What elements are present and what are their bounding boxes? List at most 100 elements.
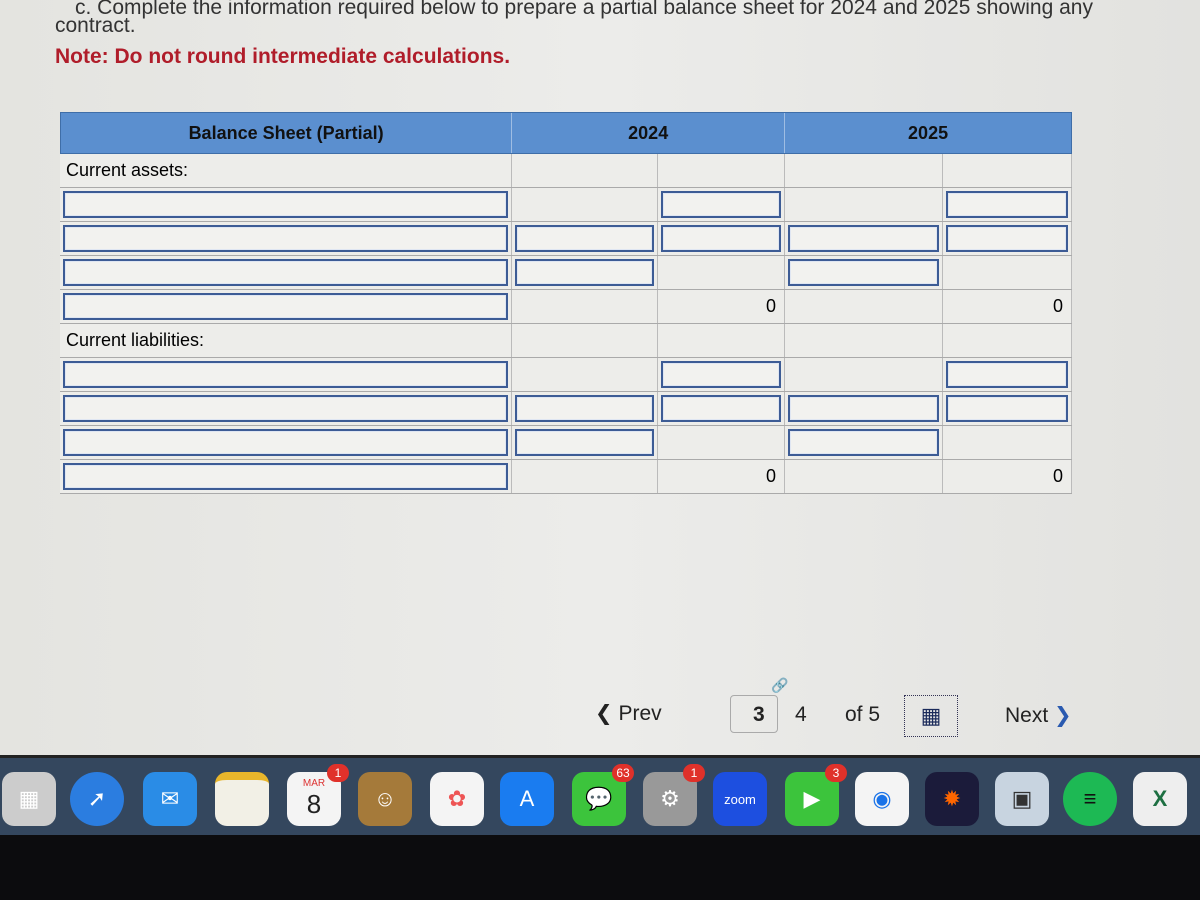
table-row: 00 (60, 290, 1072, 324)
input-field[interactable] (63, 259, 508, 286)
input-field[interactable] (661, 361, 781, 388)
amount-input[interactable] (943, 358, 1072, 391)
instruction-line: c. Complete the information required bel… (75, 0, 1093, 19)
grid-icon[interactable]: ▦ (904, 695, 958, 737)
amount-input[interactable] (943, 222, 1072, 255)
table-cell (512, 358, 658, 391)
amount-input[interactable] (60, 358, 512, 391)
preview-icon[interactable]: ▣ (995, 772, 1049, 826)
input-field[interactable] (515, 225, 654, 252)
year-2024-header: 2024 (512, 113, 786, 153)
amount-input[interactable] (658, 392, 785, 425)
amount-input[interactable] (785, 256, 943, 289)
input-field[interactable] (515, 395, 654, 422)
input-field[interactable] (946, 361, 1068, 388)
prev-button[interactable]: ❮ Prev (595, 701, 662, 726)
amount-input[interactable] (60, 256, 512, 289)
amount-input[interactable] (658, 188, 785, 221)
input-field[interactable] (63, 463, 508, 490)
input-field[interactable] (63, 395, 508, 422)
amount-input[interactable] (60, 290, 512, 323)
app-store-icon[interactable]: A (500, 772, 554, 826)
input-field[interactable] (63, 293, 508, 320)
launchpad-icon[interactable]: ▦ (2, 772, 56, 826)
input-field[interactable] (661, 225, 781, 252)
balance-sheet-table: Balance Sheet (Partial) 2024 2025 Curren… (60, 112, 1072, 494)
input-field[interactable] (63, 361, 508, 388)
safari-icon[interactable]: ➚ (70, 772, 124, 826)
facetime-icon[interactable]: ▶ 3 (785, 764, 847, 826)
amount-input[interactable] (658, 358, 785, 391)
table-cell (943, 256, 1072, 289)
pagination: ❮ Prev 3 🔗 4 of 5 ▦ Next ❯ (0, 677, 1200, 737)
input-field[interactable] (515, 259, 654, 286)
total-value: 0 (1052, 296, 1063, 316)
table-cell: 0 (658, 460, 785, 493)
settings-icon[interactable]: ⚙ 1 (643, 764, 705, 826)
photos-icon[interactable]: ✿ (430, 772, 484, 826)
amount-input[interactable] (512, 426, 658, 459)
table-title: Balance Sheet (Partial) (61, 113, 513, 153)
table-cell (785, 154, 943, 187)
input-field[interactable] (661, 395, 781, 422)
current-page-box[interactable]: 3 (730, 695, 778, 733)
amount-input[interactable] (785, 222, 943, 255)
messages-icon[interactable]: 💬 63 (572, 764, 634, 826)
link-icon: 🔗 (771, 677, 789, 693)
table-row: Current assets: (60, 154, 1072, 188)
notes-icon[interactable] (215, 772, 269, 826)
table-cell (785, 188, 943, 221)
input-field[interactable] (63, 225, 508, 252)
amount-input[interactable] (60, 392, 512, 425)
amount-input[interactable] (943, 188, 1072, 221)
spotify-icon[interactable]: ≡ (1063, 772, 1117, 826)
table-row (60, 392, 1072, 426)
amount-input[interactable] (943, 392, 1072, 425)
bezel (0, 835, 1200, 900)
note: Note: Do not round intermediate calculat… (55, 45, 511, 68)
input-field[interactable] (63, 191, 508, 218)
input-field[interactable] (946, 191, 1068, 218)
table-row (60, 358, 1072, 392)
input-field[interactable] (788, 259, 939, 286)
zoom-icon[interactable]: zoom (713, 772, 767, 826)
input-field[interactable] (788, 395, 939, 422)
amount-input[interactable] (60, 426, 512, 459)
table-cell (658, 256, 785, 289)
input-field[interactable] (788, 225, 939, 252)
input-field[interactable] (63, 429, 508, 456)
total-value: 0 (765, 466, 776, 486)
input-field[interactable] (515, 429, 654, 456)
table-cell (943, 324, 1072, 357)
amount-input[interactable] (60, 460, 512, 493)
screen: c. Complete the information required bel… (0, 0, 1200, 755)
firefox-icon[interactable]: ✹ (925, 772, 979, 826)
table-header: Balance Sheet (Partial) 2024 2025 (60, 112, 1072, 154)
input-field[interactable] (946, 395, 1068, 422)
table-row (60, 188, 1072, 222)
table-cell (658, 154, 785, 187)
amount-input[interactable] (60, 188, 512, 221)
next-button[interactable]: Next ❯ (1005, 703, 1072, 728)
input-field[interactable] (788, 429, 939, 456)
chrome-icon[interactable]: ◉ (855, 772, 909, 826)
excel-icon[interactable]: X (1133, 772, 1187, 826)
table-cell (785, 324, 943, 357)
calendar-icon[interactable]: MAR 8 1 (287, 764, 349, 826)
amount-input[interactable] (512, 256, 658, 289)
amount-input[interactable] (785, 426, 943, 459)
table-cell: 0 (658, 290, 785, 323)
table-cell (658, 324, 785, 357)
amount-input[interactable] (512, 392, 658, 425)
page-4[interactable]: 4 (795, 703, 807, 727)
mail-icon[interactable]: ✉ (143, 772, 197, 826)
input-field[interactable] (661, 191, 781, 218)
amount-input[interactable] (785, 392, 943, 425)
amount-input[interactable] (512, 222, 658, 255)
table-row: 00 (60, 460, 1072, 494)
amount-input[interactable] (658, 222, 785, 255)
amount-input[interactable] (60, 222, 512, 255)
input-field[interactable] (946, 225, 1068, 252)
contacts-icon[interactable]: ☺ (358, 772, 412, 826)
table-cell (943, 426, 1072, 459)
